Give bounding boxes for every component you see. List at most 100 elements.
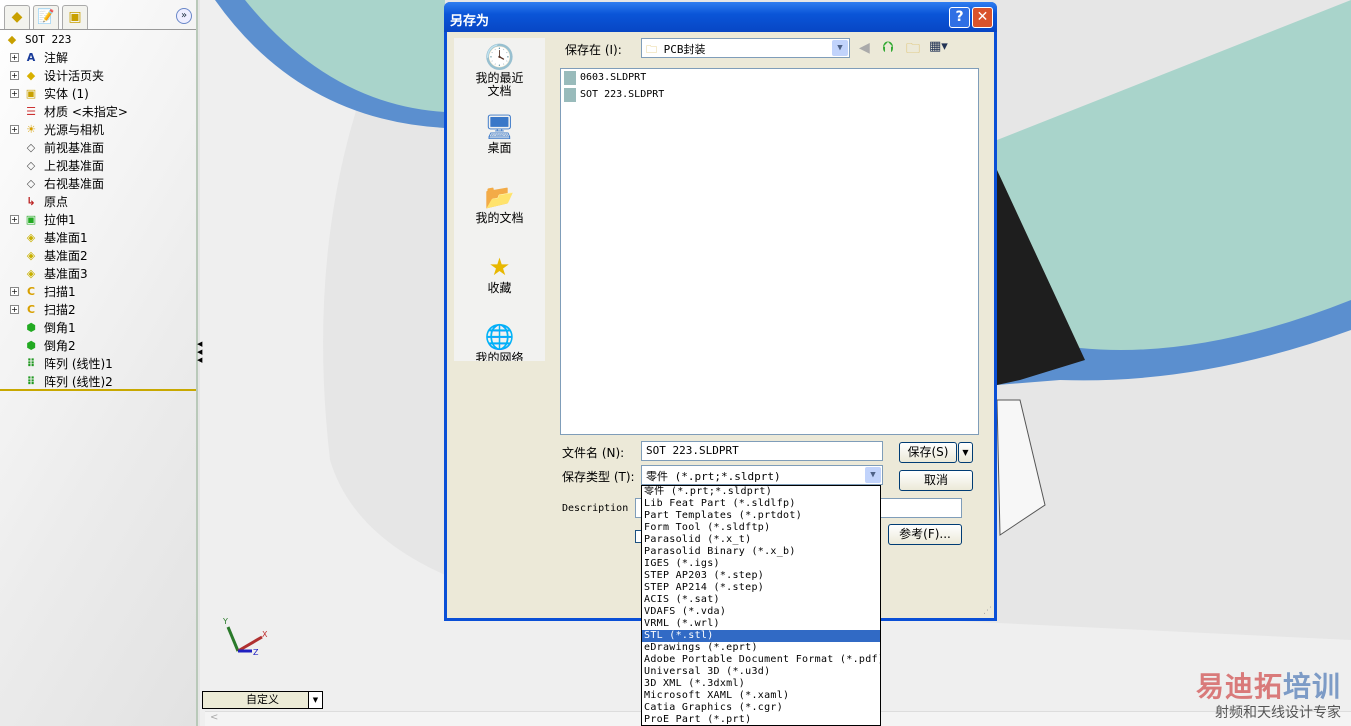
tree-item[interactable]: ⠿ 阵列 (线性)2 — [0, 372, 196, 390]
expand-icon[interactable]: + — [10, 214, 19, 224]
file-item[interactable]: 0603.SLDPRT — [561, 69, 978, 86]
chamfer-icon: ⬢ — [26, 338, 36, 352]
plane-icon: ◇ — [26, 158, 36, 172]
filetype-dropdown-list[interactable]: 零件 (*.prt;*.sldprt) Lib Feat Part (*.sldl… — [641, 485, 881, 726]
place-item[interactable]: 🌐 我的网络 — [454, 318, 545, 361]
expand-icon[interactable]: + — [10, 88, 19, 98]
network-icon: 🌐 — [484, 323, 515, 351]
filetype-option[interactable]: Parasolid Binary (*.x_b) — [642, 546, 880, 558]
scroll-left-icon[interactable]: < — [210, 712, 224, 726]
tree-item[interactable]: ◇ 右视基准面 — [0, 174, 196, 192]
triad-icon: Y X Z — [222, 617, 268, 657]
file-item[interactable]: SOT 223.SLDPRT — [561, 86, 978, 103]
tree-item[interactable]: + A 注解 — [0, 48, 196, 66]
tree-item[interactable]: ◈ 基准面3 — [0, 264, 196, 282]
save-options-dropdown[interactable]: ▼ — [958, 442, 973, 463]
filetype-option[interactable]: Parasolid (*.x_t) — [642, 534, 880, 546]
svg-text:X: X — [262, 630, 268, 639]
new-folder-icon[interactable]: 🗀 — [906, 38, 920, 62]
filetype-option[interactable]: Universal 3D (*.u3d) — [642, 666, 880, 678]
back-icon[interactable]: ◀ — [859, 40, 870, 56]
tree-root[interactable]: ◆ SOT 223 — [0, 30, 196, 48]
origin-icon: ↳ — [26, 194, 36, 208]
feature-manager-tab[interactable]: ◆ — [4, 5, 30, 29]
filetype-option[interactable]: 零件 (*.prt;*.sldprt) — [642, 486, 880, 498]
configuration-manager-tab[interactable]: ▣ — [62, 5, 88, 29]
linear-pattern-icon: ⠿ — [26, 374, 36, 388]
tree-item[interactable]: ◇ 前视基准面 — [0, 138, 196, 156]
filetype-option[interactable]: Form Tool (*.sldftp) — [642, 522, 880, 534]
filetype-combo[interactable]: 零件 (*.prt;*.sldprt) ▼ — [641, 465, 883, 485]
annotations-icon: A — [26, 50, 36, 64]
ref-plane-icon: ◈ — [26, 266, 36, 280]
filetype-option[interactable]: VRML (*.wrl) — [642, 618, 880, 630]
place-item[interactable]: 🖥 桌面 — [454, 108, 545, 178]
place-item[interactable]: 📂 我的文档 — [454, 178, 545, 248]
expand-icon[interactable]: + — [10, 70, 19, 80]
tree-item[interactable]: + ▣ 实体 (1) — [0, 84, 196, 102]
view-orientation-select[interactable]: 自定义 ▼ — [202, 691, 323, 709]
dialog-titlebar: 另存为 — [444, 2, 997, 32]
filetype-option[interactable]: ACIS (*.sat) — [642, 594, 880, 606]
tree-item[interactable]: ◈ 基准面2 — [0, 246, 196, 264]
ref-plane-icon: ◈ — [26, 230, 36, 244]
property-manager-tab[interactable]: 📝 — [33, 5, 59, 29]
plane-icon: ◇ — [26, 176, 36, 190]
expand-icon[interactable]: + — [10, 304, 19, 314]
tree-item[interactable]: + ▣ 拉伸1 — [0, 210, 196, 228]
tree-item[interactable]: ⬢ 倒角1 — [0, 318, 196, 336]
file-list[interactable]: 0603.SLDPRT SOT 223.SLDPRT — [560, 68, 979, 435]
tree-item[interactable]: ⬢ 倒角2 — [0, 336, 196, 354]
filename-input[interactable]: SOT 223.SLDPRT — [641, 441, 883, 461]
expand-icon[interactable]: + — [10, 52, 19, 62]
design-binder-icon: ◆ — [26, 68, 36, 82]
save-in-combo[interactable]: 🗀 PCB封装 ▼ — [641, 38, 850, 58]
chevron-down-icon: ▼ — [308, 692, 322, 708]
cancel-button[interactable]: 取消 — [899, 470, 973, 491]
splitter-handle[interactable]: ◀ ◀ ◀ — [197, 340, 202, 364]
material-icon: ☰ — [26, 104, 36, 118]
property-icon: 📝 — [37, 9, 55, 25]
expand-icon[interactable]: + — [10, 124, 19, 134]
filetype-option[interactable]: Lib Feat Part (*.sldlfp) — [642, 498, 880, 510]
filetype-option[interactable]: Adobe Portable Document Format (*.pdf) — [642, 654, 880, 666]
filetype-option[interactable]: Part Templates (*.prtdot) — [642, 510, 880, 522]
watermark-logo: 易迪拓培训 射频和天线设计专家 — [1196, 670, 1342, 722]
part-icon: ◆ — [7, 32, 17, 46]
filetype-option[interactable]: Microsoft XAML (*.xaml) — [642, 690, 880, 702]
tree-item[interactable]: + ◆ 设计活页夹 — [0, 66, 196, 84]
filetype-option[interactable]: STEP AP214 (*.step) — [642, 582, 880, 594]
filetype-option[interactable]: VDAFS (*.vda) — [642, 606, 880, 618]
save-in-label: 保存在 (I): — [565, 43, 622, 57]
tree-item[interactable]: ⠿ 阵列 (线性)1 — [0, 354, 196, 372]
tree-item[interactable]: ↳ 原点 — [0, 192, 196, 210]
place-item[interactable]: 🕓 我的最近文档 — [454, 38, 545, 108]
view-menu-icon[interactable]: ▦▾ — [929, 39, 948, 54]
tree-item[interactable]: ☰ 材质 <未指定> — [0, 102, 196, 120]
filetype-option[interactable]: 3D XML (*.3dxml) — [642, 678, 880, 690]
references-button[interactable]: 参考(F)... — [888, 524, 962, 545]
save-button[interactable]: 保存(S) — [899, 442, 957, 463]
filetype-option[interactable]: STEP AP203 (*.step) — [642, 570, 880, 582]
ref-plane-icon: ◈ — [26, 248, 36, 262]
filetype-option[interactable]: Catia Graphics (*.cgr) — [642, 702, 880, 714]
filetype-option[interactable]: STL (*.stl) — [642, 630, 880, 642]
filetype-option[interactable]: ProE Part (*.prt) — [642, 714, 880, 725]
places-bar: 🕓 我的最近文档 🖥 桌面 📂 我的文档 ★ 收藏 🌐 我的网络 — [454, 38, 545, 361]
tree-item[interactable]: + C 扫描2 — [0, 300, 196, 318]
place-item[interactable]: ★ 收藏 — [454, 248, 545, 318]
tree-item[interactable]: ◈ 基准面1 — [0, 228, 196, 246]
close-button[interactable]: ✕ — [972, 7, 993, 28]
filetype-option[interactable]: IGES (*.igs) — [642, 558, 880, 570]
sweep-icon: C — [26, 284, 36, 298]
filetype-label: 保存类型 (T): — [562, 470, 635, 484]
expand-icon[interactable]: + — [10, 286, 19, 296]
tree-item[interactable]: ◇ 上视基准面 — [0, 156, 196, 174]
resize-grip-icon[interactable]: ⋰ — [983, 606, 992, 616]
expand-panel-button[interactable]: » — [176, 8, 192, 24]
tree-item[interactable]: + ☀ 光源与相机 — [0, 120, 196, 138]
up-folder-icon[interactable]: ⮉ — [882, 38, 893, 56]
filetype-option[interactable]: eDrawings (*.eprt) — [642, 642, 880, 654]
tree-item[interactable]: + C 扫描1 — [0, 282, 196, 300]
help-button[interactable]: ? — [949, 7, 970, 28]
